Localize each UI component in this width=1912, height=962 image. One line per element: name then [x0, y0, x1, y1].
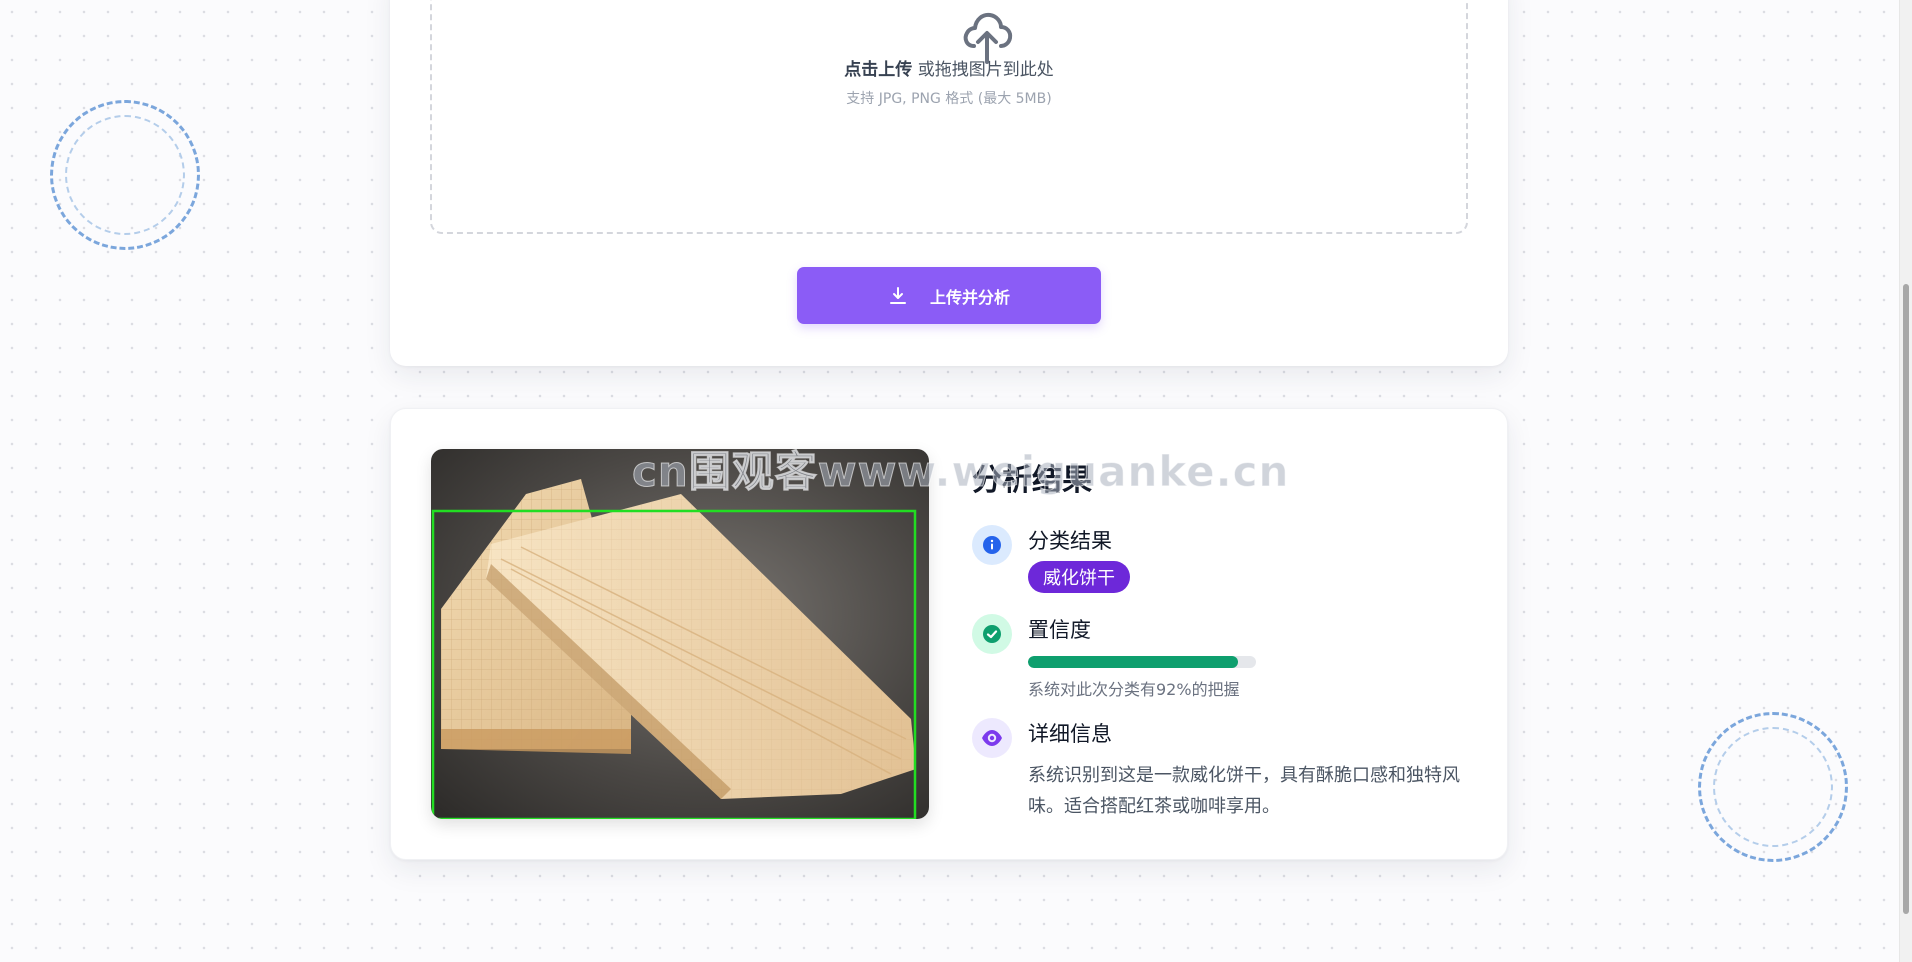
decorative-ring-right-inner	[1713, 727, 1833, 847]
detail-text: 系统识别到这是一款威化饼干，具有酥脆口感和独特风味。适合搭配红茶或咖啡享用。	[1028, 765, 1460, 817]
file-format-hint: 支持 JPG, PNG 格式 (最大 5MB)	[846, 91, 1052, 107]
click-upload-text[interactable]: 点击上传	[844, 60, 912, 80]
confidence-bar-fill	[1028, 656, 1238, 668]
watermark: cn围观客www.weiguanke.cn	[631, 447, 1290, 497]
detail-label: 详细信息	[1028, 722, 1112, 746]
upload-card: 点击上传 或拖拽图片到此处 支持 JPG, PNG 格式 (最大 5MB) 上传…	[390, 0, 1508, 366]
scrollbar-thumb[interactable]	[1903, 284, 1909, 914]
decorative-ring-right	[1698, 712, 1848, 862]
dropzone-instruction: 点击上传 或拖拽图片到此处	[432, 55, 1466, 80]
drag-drop-text: 或拖拽图片到此处	[912, 60, 1054, 80]
check-circle-icon	[972, 614, 1012, 654]
upload-analyze-button[interactable]: 上传并分析	[797, 267, 1101, 324]
confidence-label: 置信度	[1028, 618, 1091, 642]
download-icon	[889, 286, 906, 304]
eye-icon	[972, 718, 1012, 758]
confidence-text: 系统对此次分类有92%的把握	[1028, 680, 1240, 699]
analyzed-image	[431, 449, 929, 819]
decorative-ring-left-inner	[65, 115, 185, 235]
info-circle-icon	[972, 525, 1012, 565]
upload-dropzone[interactable]: 点击上传 或拖拽图片到此处 支持 JPG, PNG 格式 (最大 5MB)	[430, 0, 1468, 234]
upload-analyze-label: 上传并分析	[929, 287, 1010, 307]
classification-badge: 威化饼干	[1028, 561, 1130, 593]
classification-label: 分类结果	[1028, 529, 1112, 553]
page-scrollbar[interactable]	[1899, 0, 1912, 962]
decorative-ring-left	[50, 100, 200, 250]
confidence-bar	[1028, 656, 1256, 668]
